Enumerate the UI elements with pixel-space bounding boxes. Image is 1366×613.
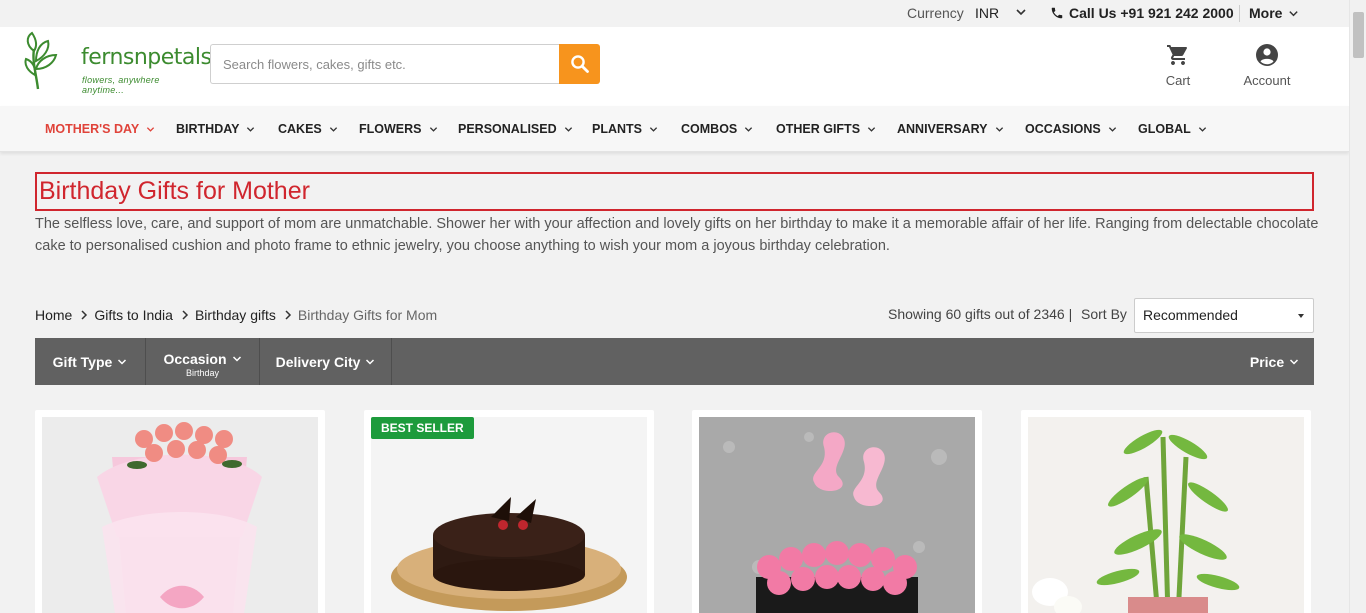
nav-item-combos[interactable]: COMBOS [681, 122, 753, 136]
best-seller-badge: BEST SELLER [371, 417, 474, 439]
nav-item-anniversary[interactable]: ANNIVERSARY [897, 122, 1004, 136]
chevron-down-icon [329, 126, 337, 132]
nav-item-label: ANNIVERSARY [897, 122, 988, 136]
chevron-down-icon [745, 126, 753, 132]
phone-icon [1051, 7, 1063, 19]
chevron-down-icon [232, 356, 241, 362]
logo-wordmark: fernsnpetals [81, 45, 212, 70]
cart-icon [1167, 45, 1187, 65]
nav-item-label: CAKES [278, 122, 322, 136]
account-label: Account [1243, 73, 1291, 88]
account-icon [1256, 44, 1278, 66]
chevron-down-icon[interactable] [1015, 6, 1027, 18]
filter-label: Price [1249, 353, 1285, 370]
product-card[interactable] [1021, 410, 1311, 613]
product-card[interactable] [35, 410, 325, 613]
sort-select[interactable]: Recommended [1134, 298, 1314, 333]
more-menu[interactable]: More [1249, 5, 1299, 21]
nav-item-label: FLOWERS [359, 122, 422, 136]
fnp-leaf-icon [24, 31, 58, 90]
chevron-down-icon [429, 126, 437, 132]
divider [1239, 5, 1240, 22]
search-icon [570, 55, 589, 73]
page-description: The selfless love, care, and support of … [35, 216, 1319, 254]
breadcrumb: Home Gifts to India Birthday gifts Birth… [35, 307, 437, 323]
chevron-down-icon [1289, 10, 1299, 16]
product-image-rose-bouquet[interactable] [42, 417, 318, 613]
page-title: Birthday Gifts for Mother [35, 172, 1314, 211]
chevron-down-icon [995, 126, 1003, 132]
filter-label: Gift Type [52, 353, 113, 370]
sort-by-label: Sort By [1081, 306, 1127, 322]
chevron-down-icon [649, 126, 658, 132]
product-image-chocolate-cake[interactable] [371, 417, 647, 613]
call-us-link[interactable]: Call Us +91 921 242 2000 [1050, 5, 1234, 21]
product-card[interactable] [692, 410, 982, 613]
filter-occasion-selected: Birthday [185, 368, 220, 378]
sort-value: Recommended [1143, 307, 1238, 323]
nav-item-other-gifts[interactable]: OTHER GIFTS [776, 122, 876, 136]
nav-item-label: GLOBAL [1138, 122, 1191, 136]
top-utility-bar: Currency INR Call Us +91 921 242 2000 Mo… [0, 0, 1349, 27]
logo-tagline: flowers, anywhere anytime... [82, 75, 160, 95]
brand-logo[interactable]: fernsnpetals flowers, anywhere anytime..… [24, 31, 212, 95]
chevron-right-icon [284, 310, 292, 320]
chevron-down-icon [1198, 126, 1206, 132]
account-button[interactable]: Account [1236, 43, 1298, 88]
currency-label: Currency [907, 5, 964, 21]
nav-item-birthday[interactable]: BIRTHDAY [176, 122, 255, 136]
chevron-down-icon [118, 358, 127, 365]
breadcrumb-birthday-gifts[interactable]: Birthday gifts [195, 307, 276, 323]
main-nav: MOTHER'S DAY BIRTHDAY CAKES FLOWERS PERS… [0, 106, 1349, 152]
cart-button[interactable]: Cart [1160, 43, 1196, 88]
call-us-label: Call Us +91 921 242 2000 [1069, 5, 1234, 21]
breadcrumb-home[interactable]: Home [35, 307, 72, 323]
more-label: More [1249, 5, 1283, 21]
result-count: Showing 60 gifts out of 2346 | [888, 306, 1073, 322]
page-scrollbar[interactable] [1349, 0, 1366, 613]
nav-item-label: OTHER GIFTS [776, 122, 861, 136]
nav-item-cakes[interactable]: CAKES [278, 122, 338, 136]
chevron-down-icon [247, 126, 255, 132]
nav-item-plants[interactable]: PLANTS [592, 122, 658, 136]
chevron-down-icon [1108, 126, 1116, 132]
filter-bar: Gift Type Occasion Birthday Delivery Cit… [35, 338, 1314, 385]
filter-label: Delivery City [275, 353, 361, 370]
nav-item-label: OCCASIONS [1025, 122, 1101, 136]
nav-item-mothers-day[interactable]: MOTHER'S DAY [45, 122, 155, 136]
filter-gift-type[interactable]: Gift Type [35, 338, 146, 385]
filter-label: Occasion [163, 351, 227, 367]
chevron-right-icon [80, 310, 88, 320]
filter-price[interactable]: Price [1235, 338, 1314, 385]
nav-item-personalised[interactable]: PERSONALISED [458, 122, 573, 136]
chevron-down-icon [366, 358, 375, 365]
nav-item-occasions[interactable]: OCCASIONS [1025, 122, 1117, 136]
breadcrumb-current: Birthday Gifts for Mom [297, 307, 438, 323]
site-header: fernsnpetals flowers, anywhere anytime..… [0, 27, 1349, 106]
search-button[interactable] [559, 44, 600, 84]
product-image-lucky-bamboo[interactable] [1028, 417, 1304, 613]
chevron-down-icon [1290, 358, 1299, 365]
nav-item-flowers[interactable]: FLOWERS [359, 122, 438, 136]
nav-item-label: COMBOS [681, 122, 738, 136]
caret-down-icon [1298, 314, 1304, 318]
currency-select[interactable]: INR [975, 5, 999, 21]
product-card[interactable]: BEST SELLER [364, 410, 654, 613]
cart-label: Cart [1165, 73, 1191, 88]
chevron-right-icon [181, 310, 189, 320]
chevron-down-icon [147, 126, 155, 132]
nav-item-label: MOTHER'S DAY [45, 122, 140, 136]
nav-item-label: PLANTS [592, 122, 642, 136]
product-image-flamingo-roses[interactable] [699, 417, 975, 613]
filter-delivery-city[interactable]: Delivery City [260, 338, 392, 385]
scrollbar-thumb[interactable] [1353, 12, 1364, 58]
filter-occasion[interactable]: Occasion Birthday [146, 338, 260, 385]
nav-item-label: BIRTHDAY [176, 122, 240, 136]
search-input[interactable] [210, 44, 560, 84]
nav-item-label: PERSONALISED [458, 122, 557, 136]
nav-item-global[interactable]: GLOBAL [1138, 122, 1207, 136]
chevron-down-icon [867, 126, 876, 132]
chevron-down-icon [564, 126, 572, 132]
breadcrumb-gifts-to-india[interactable]: Gifts to India [94, 307, 173, 323]
